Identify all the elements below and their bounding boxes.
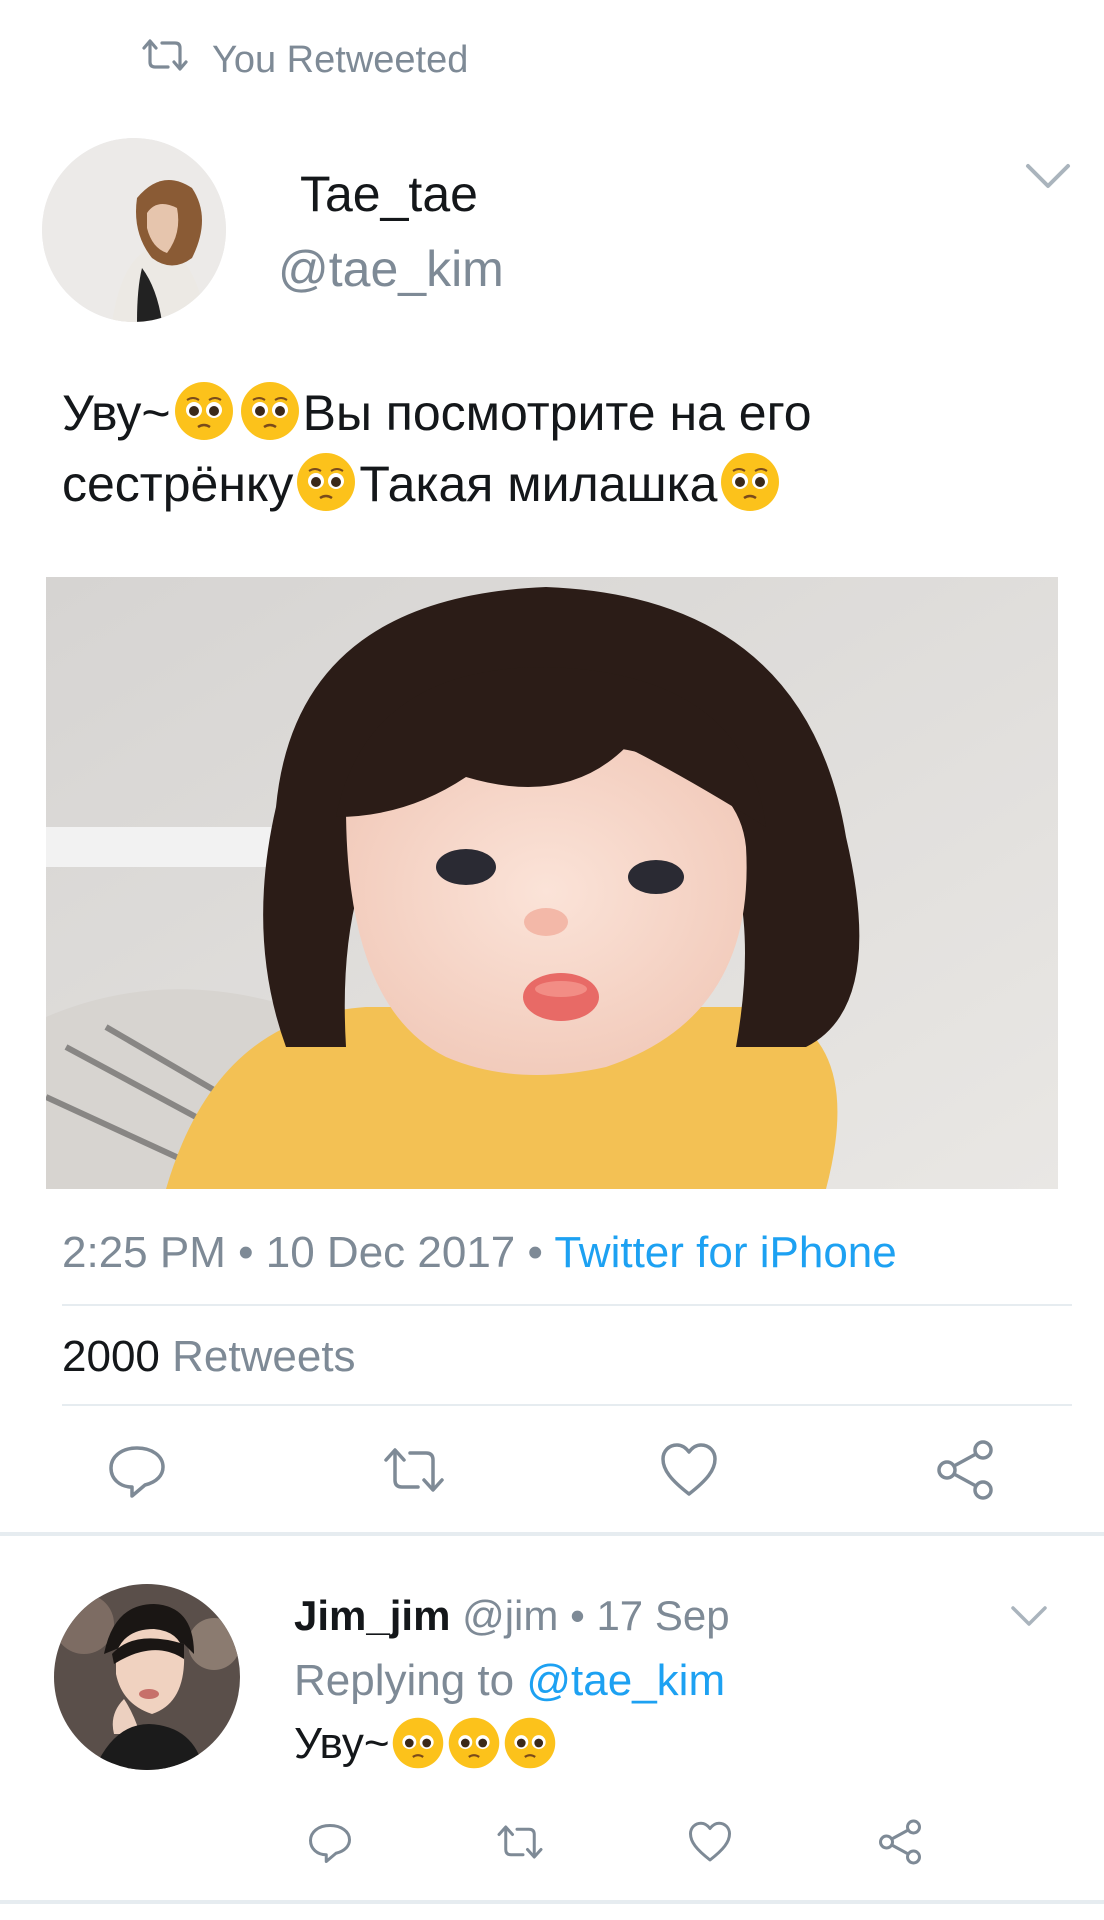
tweet-photo[interactable] — [46, 577, 1058, 1189]
reply-date: 17 Sep — [596, 1592, 730, 1639]
reply-actions — [294, 1816, 974, 1872]
reply-icon — [105, 1438, 169, 1507]
retweet-count: 2000 — [62, 1332, 160, 1381]
author-avatar[interactable] — [42, 138, 226, 322]
share-button[interactable] — [925, 1432, 1005, 1512]
tweet-text-part: Уву~ — [62, 385, 171, 441]
like-icon — [657, 1438, 721, 1507]
pleading-face-emoji — [173, 380, 235, 442]
chevron-down-icon[interactable] — [1008, 1600, 1050, 1632]
divider — [62, 1304, 1072, 1306]
retweet-button[interactable] — [374, 1432, 454, 1512]
like-icon — [686, 1818, 734, 1871]
retweet-stats[interactable]: 2000 Retweets — [62, 1332, 356, 1382]
tweet-date: 10 Dec 2017 — [265, 1228, 516, 1277]
tweet-source-link[interactable]: Twitter for iPhone — [554, 1228, 896, 1277]
replying-to-mention[interactable]: @tae_kim — [526, 1656, 725, 1705]
author-display-name[interactable]: Tae_tae — [300, 165, 478, 223]
retweet-icon — [382, 1438, 446, 1507]
reply-author-handle[interactable]: @jim — [462, 1592, 558, 1639]
meta-separator: • — [527, 1228, 543, 1277]
tweet-meta: 2:25 PM • 10 Dec 2017 • Twitter for iPho… — [62, 1228, 897, 1278]
reply-icon — [306, 1818, 354, 1871]
reply-text-content: Уву~ — [294, 1719, 390, 1768]
like-button[interactable] — [649, 1432, 729, 1512]
pleading-face-emoji — [391, 1716, 445, 1770]
reply-header: Jim_jim @jim • 17 Sep — [294, 1592, 730, 1640]
reply-author-avatar[interactable] — [54, 1584, 240, 1770]
reply-button[interactable] — [302, 1816, 358, 1872]
reply-button[interactable] — [97, 1432, 177, 1512]
section-divider — [0, 1900, 1104, 1904]
pleading-face-emoji — [503, 1716, 557, 1770]
share-icon — [933, 1438, 997, 1507]
retweet-icon — [140, 36, 190, 84]
pleading-face-emoji — [295, 451, 357, 513]
retweet-count-label: Retweets — [172, 1332, 356, 1381]
tweet-text: Уву~ Вы посмотрите на его сестрёнку Такая … — [62, 378, 1062, 520]
share-button[interactable] — [872, 1816, 928, 1872]
pleading-face-emoji — [239, 380, 301, 442]
section-divider — [0, 1532, 1104, 1536]
pleading-face-emoji — [447, 1716, 501, 1770]
meta-separator: • — [570, 1592, 585, 1639]
reply-author-name[interactable]: Jim_jim — [294, 1592, 450, 1639]
tweet-actions — [62, 1432, 1072, 1512]
like-button[interactable] — [682, 1816, 738, 1872]
tweet-text-part: сестрёнку — [62, 456, 294, 512]
replying-to-label: Replying to — [294, 1656, 515, 1705]
replying-to: Replying to @tae_kim — [294, 1656, 725, 1706]
retweet-icon — [496, 1818, 544, 1871]
tweet-time: 2:25 PM — [62, 1228, 226, 1277]
divider — [62, 1404, 1072, 1406]
tweet-text-part: Вы посмотрите на его — [302, 385, 812, 441]
retweet-button[interactable] — [492, 1816, 548, 1872]
share-icon — [876, 1818, 924, 1871]
author-handle[interactable]: @tae_kim — [278, 240, 504, 298]
retweet-banner-text: You Retweeted — [212, 38, 469, 81]
pleading-face-emoji — [719, 451, 781, 513]
retweet-banner: You Retweeted — [140, 38, 468, 82]
meta-separator: • — [238, 1228, 254, 1277]
reply-text: Уву~ — [294, 1716, 558, 1770]
tweet-text-part: Такая милашка — [359, 456, 718, 512]
chevron-down-icon[interactable] — [1022, 158, 1074, 194]
